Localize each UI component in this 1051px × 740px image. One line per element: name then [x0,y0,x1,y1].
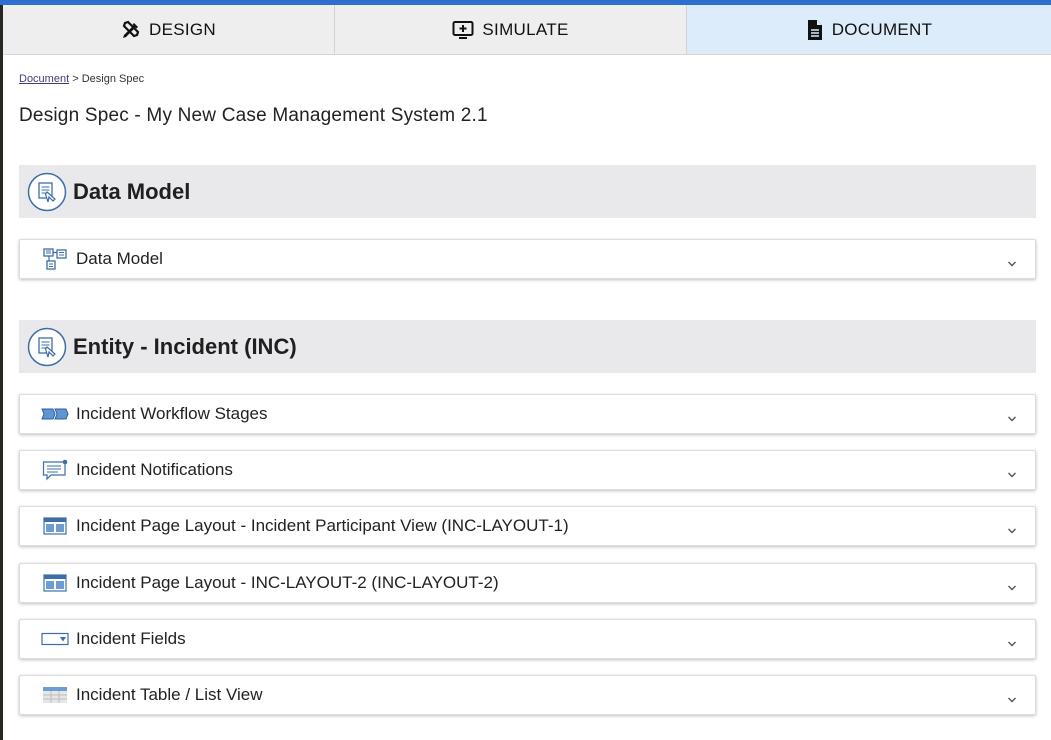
accordion-fields[interactable]: Incident Fields [19,619,1036,659]
simulate-monitor-icon [452,20,474,40]
page-layout-icon [41,514,69,538]
accordion-label: Data Model [76,249,163,268]
accordion-label: Incident Notifications [76,460,233,479]
accordion-label: Incident Fields [76,629,186,648]
accordion-label: Incident Page Layout - Incident Particip… [76,516,569,535]
accordion-notifications[interactable]: Incident Notifications [19,450,1036,490]
data-model-icon [41,247,69,271]
breadcrumb-separator: > [72,73,79,85]
tab-document[interactable]: DOCUMENT [687,5,1051,54]
breadcrumb-link-document[interactable]: Document [19,73,69,85]
accordion-page-layout-1[interactable]: Incident Page Layout - Incident Particip… [19,506,1036,546]
field-dropdown-icon [41,627,69,651]
chevron-down-icon [1007,523,1017,534]
tab-design-label: DESIGN [149,19,216,39]
design-tools-icon [121,20,141,40]
section-header-entity-incident: Entity - Incident (INC) [19,320,1036,373]
chevron-down-icon [1007,580,1017,591]
tab-design[interactable]: DESIGN [3,5,335,54]
tab-document-label: DOCUMENT [831,19,933,39]
accordion-page-layout-2[interactable]: Incident Page Layout - INC-LAYOUT-2 (INC… [19,563,1036,603]
workflow-stages-icon [41,402,69,426]
window-left-edge [0,0,3,740]
section-title-entity-incident: Entity - Incident (INC) [73,333,297,359]
accordion-table-list-view[interactable]: Incident Table / List View [19,675,1036,715]
notification-icon [41,458,69,482]
section-header-data-model: Data Model [19,165,1036,218]
spec-document-icon [27,327,67,367]
chevron-down-icon [1007,692,1017,703]
chevron-down-icon [1007,411,1017,422]
accordion-label: Incident Table / List View [76,685,263,704]
main-tab-bar: DESIGN SIMULATE DOCUMENT [3,5,1051,55]
accordion-workflow-stages[interactable]: Incident Workflow Stages [19,394,1036,434]
section-title-data-model: Data Model [73,178,191,204]
accordion-label: Incident Workflow Stages [76,404,268,423]
spec-document-icon [27,172,67,212]
breadcrumb-current: Design Spec [81,73,145,85]
page-title: Design Spec - My New Case Management Sys… [19,105,488,126]
breadcrumb: Document > Design Spec [19,73,144,85]
accordion-data-model[interactable]: Data Model [19,239,1036,279]
chevron-down-icon [1007,636,1017,647]
page-layout-icon [41,571,69,595]
table-view-icon [41,683,69,707]
tab-simulate-label: SIMULATE [482,19,569,39]
document-icon [806,19,824,41]
chevron-down-icon [1007,467,1017,478]
accordion-label: Incident Page Layout - INC-LAYOUT-2 (INC… [76,573,499,592]
chevron-down-icon [1007,256,1017,267]
tab-simulate[interactable]: SIMULATE [335,5,687,54]
